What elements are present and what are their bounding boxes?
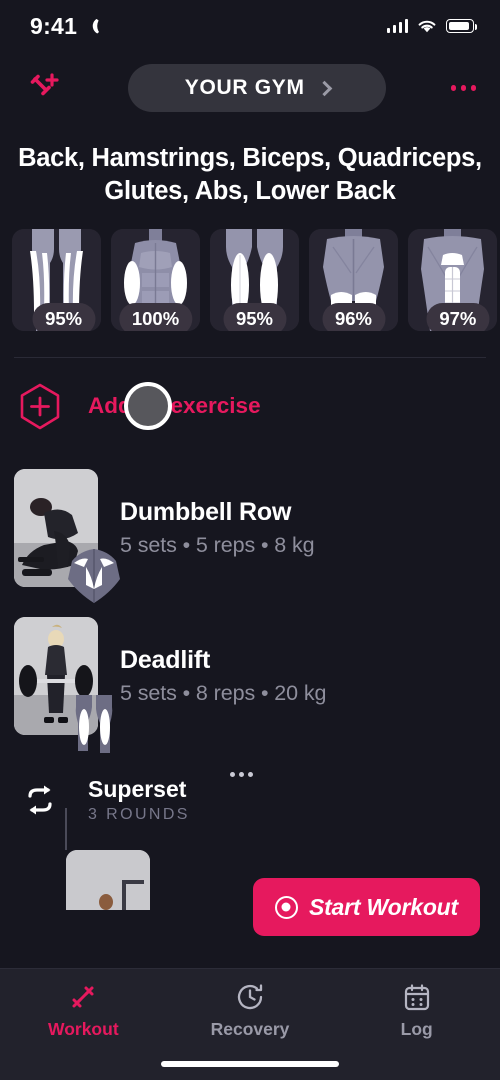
more-options-icon[interactable]: [450, 85, 476, 91]
status-bar-left: 9:41: [30, 13, 101, 40]
home-indicator: [161, 1061, 339, 1067]
tab-workout[interactable]: Workout: [0, 969, 167, 1080]
clock-refresh-icon: [237, 984, 263, 1010]
exercise-text: Deadlift 5 sets • 8 reps • 20 kg: [120, 646, 486, 706]
muscle-percent-badge: 97%: [426, 303, 490, 332]
start-workout-button[interactable]: Start Workout: [252, 878, 480, 936]
tab-label: Log: [400, 1019, 433, 1039]
add-exercise-row[interactable]: Add an exercise: [14, 358, 486, 454]
back-muscles-diagram: [68, 549, 120, 604]
superset-title: Superset: [88, 776, 187, 803]
exercise-list: Add an exercise Dumbbell Row 5 sets • 5 …: [0, 358, 500, 911]
hexagon-plus-icon[interactable]: [19, 383, 61, 430]
muscle-percent-badge: 95%: [32, 303, 96, 332]
nav-bar: YOUR GYM: [0, 52, 500, 124]
exercise-row-dumbbell-row[interactable]: Dumbbell Row 5 sets • 5 reps • 8 kg: [14, 454, 486, 604]
start-workout-label: Start Workout: [308, 893, 458, 920]
wifi-icon: [418, 20, 436, 32]
superset-connector-line: [65, 808, 67, 851]
tab-label: Recovery: [210, 1019, 290, 1039]
status-time: 9:41: [30, 12, 78, 39]
legs-muscles-diagram: [75, 695, 113, 754]
muscle-groups-strip: 95% 100% 95% 96% 97%: [0, 207, 500, 332]
cellular-signal-icon: [386, 19, 408, 33]
muscle-percent-badge: 100%: [118, 303, 193, 332]
status-bar-right: [386, 19, 477, 34]
add-dumbbell-icon[interactable]: [24, 68, 64, 108]
repeat-icon[interactable]: [23, 784, 57, 816]
superset-rounds: 3 ROUNDS: [88, 806, 190, 824]
tab-label: Workout: [48, 1019, 119, 1039]
page-title: Back, Hamstrings, Biceps, Quadriceps, Gl…: [18, 144, 482, 205]
superset-more-options-icon[interactable]: [229, 772, 253, 778]
tab-log[interactable]: Log: [333, 969, 500, 1080]
repeat-icon-wrap: [14, 784, 66, 816]
exercise-name: Deadlift: [120, 646, 211, 675]
exercise-name: Dumbbell Row: [120, 498, 292, 527]
exercise-meta: 5 sets • 5 reps • 8 kg: [120, 533, 315, 558]
muscle-card-glutes[interactable]: 96%: [309, 229, 398, 332]
gym-label: YOUR GYM: [184, 76, 305, 99]
battery-icon: [446, 19, 477, 33]
exercise-thumbnail: [14, 469, 120, 604]
calendar-icon: [404, 984, 429, 1011]
mouse-cursor-overlay: [124, 382, 172, 431]
superset-text: Superset 3 ROUNDS: [88, 776, 190, 824]
record-circle-icon: [274, 895, 298, 919]
crescent-moon-icon: [84, 18, 101, 35]
chevron-right-icon: [316, 80, 332, 96]
bottom-tab-bar: Workout Recovery Log: [0, 968, 500, 1080]
exercise-thumbnail: [14, 617, 113, 754]
muscle-card-biceps[interactable]: 100%: [111, 229, 200, 332]
superset-row[interactable]: Superset 3 ROUNDS: [14, 750, 486, 851]
dumbbell-icon: [72, 986, 94, 1008]
exercise-meta: 5 sets • 8 reps • 20 kg: [120, 681, 327, 706]
muscle-card-lower-back[interactable]: 97%: [408, 229, 497, 332]
app-screen: 9:41 YOUR GYM Back, Hamstrings, Biceps, …: [0, 0, 500, 1080]
muscle-percent-badge: 96%: [321, 303, 386, 332]
exercise-row-deadlift[interactable]: Deadlift 5 sets • 8 reps • 20 kg: [14, 602, 486, 754]
exercise-text: Dumbbell Row 5 sets • 5 reps • 8 kg: [120, 498, 486, 558]
add-exercise-label[interactable]: Add an exercise: [88, 393, 261, 419]
status-bar: 9:41: [0, 0, 500, 52]
muscle-percent-badge: 95%: [222, 303, 287, 332]
hexagon-plus-wrap: [14, 383, 66, 430]
muscle-card-quadriceps[interactable]: 95%: [210, 229, 299, 332]
gym-selector-button[interactable]: YOUR GYM: [128, 64, 387, 112]
exercise-thumbnail-partial: [66, 850, 150, 911]
muscle-card-hamstrings[interactable]: 95%: [12, 229, 101, 332]
